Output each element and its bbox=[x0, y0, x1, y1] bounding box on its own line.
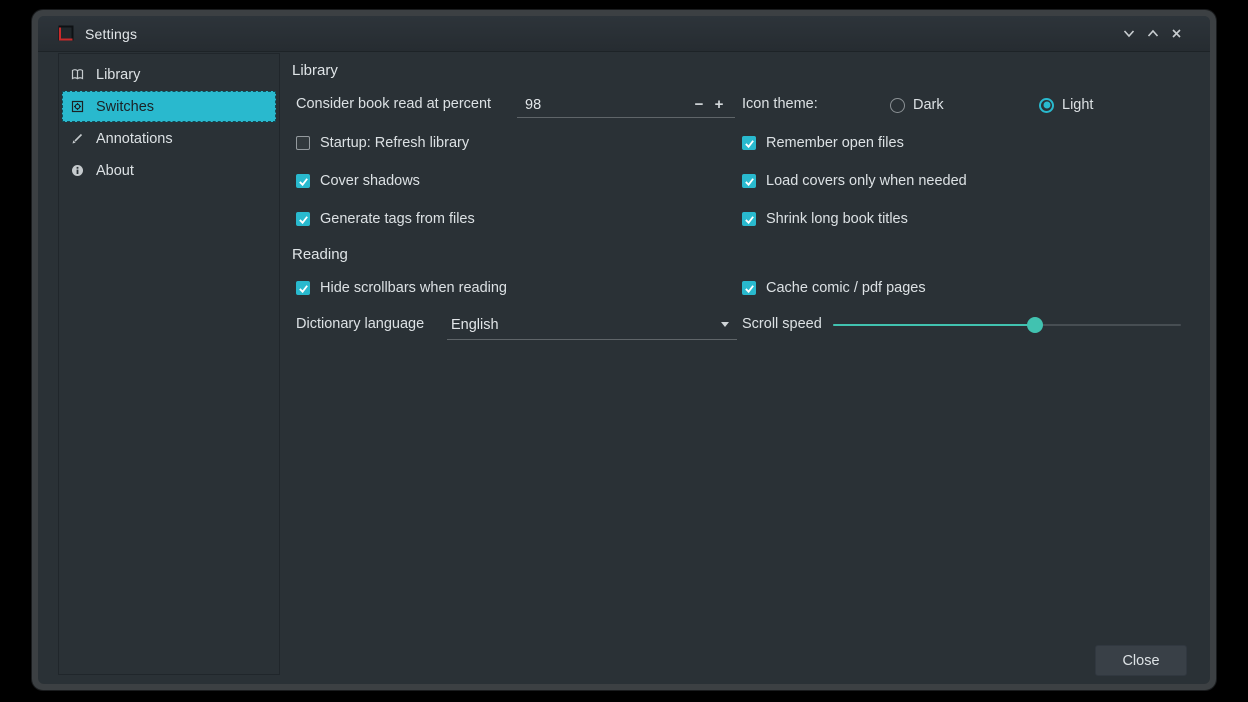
sidebar-item-annotations[interactable]: Annotations bbox=[62, 123, 276, 154]
checkbox-label: Shrink long book titles bbox=[766, 211, 908, 227]
checkbox-icon bbox=[296, 136, 310, 150]
sidebar-item-switches[interactable]: Switches bbox=[62, 91, 276, 122]
checkbox-label: Generate tags from files bbox=[320, 211, 475, 227]
sidebar-item-label: Switches bbox=[96, 99, 154, 115]
radio-icon bbox=[1039, 98, 1054, 113]
maximize-icon[interactable] bbox=[1145, 26, 1160, 41]
switches-icon bbox=[71, 100, 84, 113]
slider-fill bbox=[833, 324, 1035, 326]
slider-handle[interactable] bbox=[1027, 317, 1043, 333]
dictionary-language-dropdown[interactable]: English bbox=[447, 310, 737, 340]
chevron-down-icon bbox=[721, 322, 729, 327]
radio-icon-theme-dark[interactable]: Dark bbox=[890, 96, 944, 114]
checkbox-hide-scrollbars[interactable]: Hide scrollbars when reading bbox=[296, 279, 507, 297]
checkbox-startup-refresh-library[interactable]: Startup: Refresh library bbox=[296, 134, 469, 152]
sidebar-item-about[interactable]: About bbox=[62, 155, 276, 186]
checkbox-generate-tags[interactable]: Generate tags from files bbox=[296, 210, 475, 228]
switches-settings-panel: Library Consider book read at percent 98… bbox=[280, 52, 1210, 684]
read-percent-spinbox[interactable]: 98 − + bbox=[517, 92, 735, 118]
sidebar-item-label: Annotations bbox=[96, 131, 173, 147]
section-header-library: Library bbox=[292, 62, 338, 79]
titlebar: Settings bbox=[38, 16, 1210, 52]
app-book-icon bbox=[56, 24, 75, 43]
checkbox-label: Startup: Refresh library bbox=[320, 135, 469, 151]
checkbox-label: Hide scrollbars when reading bbox=[320, 280, 507, 296]
about-info-icon bbox=[71, 164, 84, 177]
window-title: Settings bbox=[85, 26, 137, 42]
scroll-speed-slider[interactable] bbox=[833, 316, 1181, 334]
checkbox-label: Cover shadows bbox=[320, 173, 420, 189]
read-percent-label: Consider book read at percent bbox=[296, 96, 491, 112]
read-percent-value[interactable]: 98 bbox=[525, 97, 689, 113]
settings-nav-list: Library Switches bbox=[58, 53, 280, 675]
radio-label: Light bbox=[1062, 97, 1093, 113]
checkbox-icon bbox=[742, 174, 756, 188]
close-window-icon[interactable] bbox=[1169, 26, 1184, 41]
checkbox-label: Cache comic / pdf pages bbox=[766, 280, 926, 296]
checkbox-icon bbox=[742, 136, 756, 150]
checkbox-icon bbox=[296, 174, 310, 188]
checkbox-shrink-book-titles[interactable]: Shrink long book titles bbox=[742, 210, 908, 228]
radio-icon-theme-light[interactable]: Light bbox=[1039, 96, 1093, 114]
checkbox-icon bbox=[296, 212, 310, 226]
close-button[interactable]: Close bbox=[1095, 645, 1187, 676]
checkbox-load-covers-when-needed[interactable]: Load covers only when needed bbox=[742, 172, 967, 190]
checkbox-icon bbox=[742, 281, 756, 295]
checkbox-icon bbox=[742, 212, 756, 226]
checkbox-label: Remember open files bbox=[766, 135, 904, 151]
scroll-speed-label: Scroll speed bbox=[742, 316, 822, 332]
radio-label: Dark bbox=[913, 97, 944, 113]
sidebar-item-library[interactable]: Library bbox=[62, 59, 276, 90]
checkbox-label: Load covers only when needed bbox=[766, 173, 967, 189]
settings-window: Settings bbox=[32, 10, 1216, 690]
checkbox-cover-shadows[interactable]: Cover shadows bbox=[296, 172, 420, 190]
minimize-icon[interactable] bbox=[1121, 26, 1136, 41]
annotations-pen-icon bbox=[71, 132, 84, 145]
spin-decrement-button[interactable]: − bbox=[689, 97, 709, 112]
dictionary-language-value: English bbox=[451, 317, 721, 333]
checkbox-remember-open-files[interactable]: Remember open files bbox=[742, 134, 904, 152]
sidebar-item-label: Library bbox=[96, 67, 140, 83]
sidebar-item-label: About bbox=[96, 163, 134, 179]
checkbox-icon bbox=[296, 281, 310, 295]
section-header-reading: Reading bbox=[292, 246, 348, 263]
icon-theme-label: Icon theme: bbox=[742, 96, 818, 112]
dictionary-language-label: Dictionary language bbox=[296, 316, 424, 332]
spin-increment-button[interactable]: + bbox=[709, 97, 729, 112]
radio-icon bbox=[890, 98, 905, 113]
book-icon bbox=[71, 68, 84, 81]
checkbox-cache-comic-pdf[interactable]: Cache comic / pdf pages bbox=[742, 279, 926, 297]
